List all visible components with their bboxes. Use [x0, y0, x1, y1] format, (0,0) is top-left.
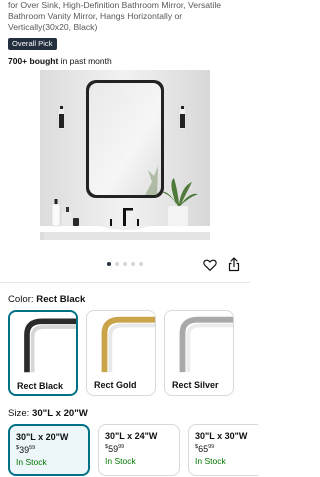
color-option-name: Rect Silver: [172, 380, 219, 390]
size-label: Size: 30"L x 20"W: [8, 408, 88, 419]
heart-icon[interactable]: [203, 258, 217, 272]
size-option-30x30[interactable]: 30"L x 30"W $6599 In Stock: [188, 424, 258, 476]
color-option-rect-silver[interactable]: Rect Silver: [164, 310, 234, 396]
size-option-name: 30"L x 30"W: [195, 431, 248, 441]
share-icon[interactable]: [228, 257, 240, 272]
size-option-price: $5999: [105, 444, 125, 454]
product-image[interactable]: [40, 70, 210, 240]
color-option-name: Rect Gold: [94, 380, 137, 390]
rect-black-thumbnail: [10, 313, 76, 373]
color-option-name: Rect Black: [17, 381, 64, 391]
size-option-30x24[interactable]: 30"L x 24"W $5999 In Stock: [98, 424, 180, 476]
stock-status: In Stock: [16, 457, 47, 467]
section-divider: [0, 282, 250, 283]
size-option-price: $6599: [195, 444, 215, 454]
pagination-dot[interactable]: [131, 262, 135, 266]
size-option-30x20[interactable]: 30"L x 20"W $3959 In Stock: [8, 424, 90, 476]
pagination-dot[interactable]: [123, 262, 127, 266]
stock-status: In Stock: [105, 456, 136, 466]
bought-in-past-month: 700+ bought in past month: [8, 56, 112, 66]
stock-status: In Stock: [195, 456, 226, 466]
size-option-name: 30"L x 20"W: [16, 432, 69, 442]
pagination-dot[interactable]: [107, 262, 111, 266]
color-label: Color: Rect Black: [8, 294, 86, 305]
bought-count: 700+ bought: [8, 56, 59, 66]
selected-size: 30"L x 20"W: [32, 408, 88, 419]
rect-gold-thumbnail: [87, 311, 155, 373]
color-option-rect-gold[interactable]: Rect Gold: [86, 310, 156, 396]
rect-silver-thumbnail: [165, 311, 233, 373]
bathroom-mirror-photo: [40, 70, 210, 240]
color-option-rect-black[interactable]: Rect Black: [8, 310, 78, 396]
size-option-name: 30"L x 24"W: [105, 431, 158, 441]
overall-pick-badge: Overall Pick: [8, 38, 57, 50]
selected-color: Rect Black: [36, 294, 86, 305]
product-title: for Over Sink, High-Definition Bathroom …: [8, 0, 222, 32]
size-option-price: $3959: [16, 445, 36, 455]
pagination-dot[interactable]: [139, 262, 143, 266]
pagination-dot[interactable]: [115, 262, 119, 266]
bought-suffix: in past month: [58, 56, 112, 66]
